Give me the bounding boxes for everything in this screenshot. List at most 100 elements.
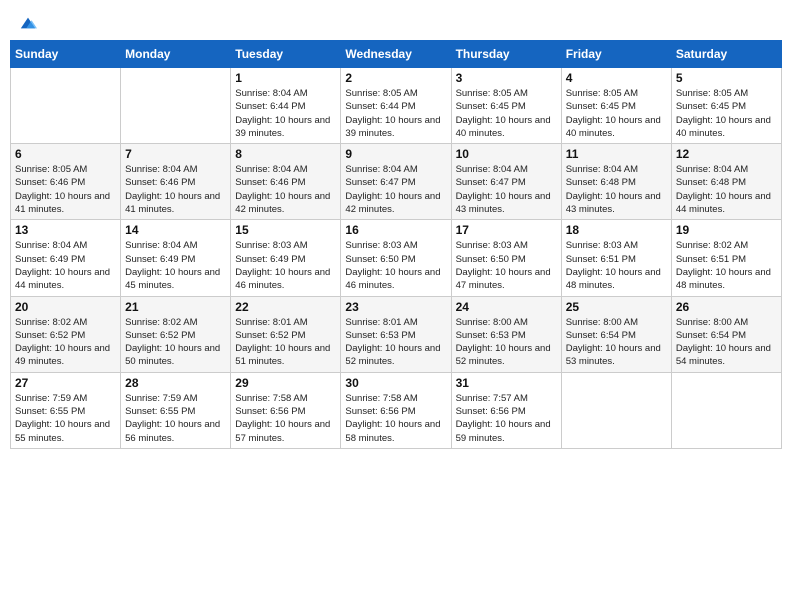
day-header-thursday: Thursday — [451, 41, 561, 68]
day-info: Sunrise: 8:03 AM Sunset: 6:49 PM Dayligh… — [235, 239, 336, 292]
calendar-cell: 15 Sunrise: 8:03 AM Sunset: 6:49 PM Dayli… — [231, 220, 341, 296]
day-number: 3 — [456, 71, 557, 85]
calendar-cell: 13 Sunrise: 8:04 AM Sunset: 6:49 PM Dayli… — [11, 220, 121, 296]
day-header-friday: Friday — [561, 41, 671, 68]
calendar-cell: 23 Sunrise: 8:01 AM Sunset: 6:53 PM Dayli… — [341, 296, 451, 372]
day-number: 13 — [15, 223, 116, 237]
day-number: 14 — [125, 223, 226, 237]
day-number: 4 — [566, 71, 667, 85]
day-number: 5 — [676, 71, 777, 85]
day-number: 17 — [456, 223, 557, 237]
calendar-cell: 12 Sunrise: 8:04 AM Sunset: 6:48 PM Dayli… — [671, 144, 781, 220]
calendar-cell: 25Sunrise: 8:00 AM Sunset: 6:54 PM Dayli… — [561, 296, 671, 372]
day-info: Sunrise: 8:02 AM Sunset: 6:51 PM Dayligh… — [676, 239, 777, 292]
calendar-table: SundayMondayTuesdayWednesdayThursdayFrid… — [10, 40, 782, 449]
day-info: Sunrise: 8:00 AM Sunset: 6:54 PM Dayligh… — [676, 316, 777, 369]
day-number: 19 — [676, 223, 777, 237]
day-info: Sunrise: 8:05 AM Sunset: 6:46 PM Dayligh… — [15, 163, 116, 216]
calendar-week-row: 27Sunrise: 7:59 AM Sunset: 6:55 PM Dayli… — [11, 372, 782, 448]
day-info: Sunrise: 8:05 AM Sunset: 6:45 PM Dayligh… — [456, 87, 557, 140]
day-info: Sunrise: 7:59 AM Sunset: 6:55 PM Dayligh… — [15, 392, 116, 445]
calendar-cell: 3 Sunrise: 8:05 AM Sunset: 6:45 PM Daylig… — [451, 68, 561, 144]
day-info: Sunrise: 8:03 AM Sunset: 6:50 PM Dayligh… — [345, 239, 446, 292]
calendar-cell: 19 Sunrise: 8:02 AM Sunset: 6:51 PM Dayli… — [671, 220, 781, 296]
day-info: Sunrise: 8:00 AM Sunset: 6:53 PM Dayligh… — [456, 316, 557, 369]
calendar-cell: 8 Sunrise: 8:04 AM Sunset: 6:46 PM Daylig… — [231, 144, 341, 220]
day-number: 25 — [566, 300, 667, 314]
day-header-wednesday: Wednesday — [341, 41, 451, 68]
calendar-cell: 22 Sunrise: 8:01 AM Sunset: 6:52 PM Dayli… — [231, 296, 341, 372]
day-number: 16 — [345, 223, 446, 237]
day-info: Sunrise: 8:04 AM Sunset: 6:47 PM Dayligh… — [456, 163, 557, 216]
day-number: 8 — [235, 147, 336, 161]
day-info: Sunrise: 8:03 AM Sunset: 6:51 PM Dayligh… — [566, 239, 667, 292]
calendar-cell: 17 Sunrise: 8:03 AM Sunset: 6:50 PM Dayli… — [451, 220, 561, 296]
day-number: 1 — [235, 71, 336, 85]
day-number: 22 — [235, 300, 336, 314]
day-number: 31 — [456, 376, 557, 390]
day-info: Sunrise: 8:01 AM Sunset: 6:52 PM Dayligh… — [235, 316, 336, 369]
day-info: Sunrise: 8:04 AM Sunset: 6:49 PM Dayligh… — [15, 239, 116, 292]
calendar-cell: 20 Sunrise: 8:02 AM Sunset: 6:52 PM Dayli… — [11, 296, 121, 372]
calendar-cell: 16 Sunrise: 8:03 AM Sunset: 6:50 PM Dayli… — [341, 220, 451, 296]
calendar-cell: 26 Sunrise: 8:00 AM Sunset: 6:54 PM Dayli… — [671, 296, 781, 372]
day-number: 26 — [676, 300, 777, 314]
day-info: Sunrise: 8:04 AM Sunset: 6:49 PM Dayligh… — [125, 239, 226, 292]
day-number: 11 — [566, 147, 667, 161]
calendar-cell: 21Sunrise: 8:02 AM Sunset: 6:52 PM Dayli… — [121, 296, 231, 372]
day-header-sunday: Sunday — [11, 41, 121, 68]
day-info: Sunrise: 8:03 AM Sunset: 6:50 PM Dayligh… — [456, 239, 557, 292]
calendar-cell: 1 Sunrise: 8:04 AM Sunset: 6:44 PM Daylig… — [231, 68, 341, 144]
calendar-cell: 18 Sunrise: 8:03 AM Sunset: 6:51 PM Dayli… — [561, 220, 671, 296]
calendar-cell: 11 Sunrise: 8:04 AM Sunset: 6:48 PM Dayli… — [561, 144, 671, 220]
day-number: 18 — [566, 223, 667, 237]
day-number: 2 — [345, 71, 446, 85]
day-info: Sunrise: 8:05 AM Sunset: 6:45 PM Dayligh… — [566, 87, 667, 140]
calendar-cell: 10 Sunrise: 8:04 AM Sunset: 6:47 PM Dayli… — [451, 144, 561, 220]
day-number: 6 — [15, 147, 116, 161]
calendar-cell — [121, 68, 231, 144]
calendar-cell: 6 Sunrise: 8:05 AM Sunset: 6:46 PM Daylig… — [11, 144, 121, 220]
day-info: Sunrise: 8:02 AM Sunset: 6:52 PM Dayligh… — [15, 316, 116, 369]
day-number: 9 — [345, 147, 446, 161]
calendar-header-row: SundayMondayTuesdayWednesdayThursdayFrid… — [11, 41, 782, 68]
day-info: Sunrise: 7:58 AM Sunset: 6:56 PM Dayligh… — [345, 392, 446, 445]
calendar-cell: 5 Sunrise: 8:05 AM Sunset: 6:45 PM Daylig… — [671, 68, 781, 144]
day-number: 29 — [235, 376, 336, 390]
day-info: Sunrise: 8:04 AM Sunset: 6:48 PM Dayligh… — [676, 163, 777, 216]
calendar-week-row: 20 Sunrise: 8:02 AM Sunset: 6:52 PM Dayli… — [11, 296, 782, 372]
day-number: 23 — [345, 300, 446, 314]
day-info: Sunrise: 8:02 AM Sunset: 6:52 PM Dayligh… — [125, 316, 226, 369]
calendar-week-row: 13 Sunrise: 8:04 AM Sunset: 6:49 PM Dayli… — [11, 220, 782, 296]
day-info: Sunrise: 7:59 AM Sunset: 6:55 PM Dayligh… — [125, 392, 226, 445]
day-info: Sunrise: 8:05 AM Sunset: 6:45 PM Dayligh… — [676, 87, 777, 140]
calendar-cell: 30Sunrise: 7:58 AM Sunset: 6:56 PM Dayli… — [341, 372, 451, 448]
day-number: 15 — [235, 223, 336, 237]
day-number: 24 — [456, 300, 557, 314]
calendar-cell: 29Sunrise: 7:58 AM Sunset: 6:56 PM Dayli… — [231, 372, 341, 448]
day-info: Sunrise: 8:04 AM Sunset: 6:48 PM Dayligh… — [566, 163, 667, 216]
day-number: 12 — [676, 147, 777, 161]
calendar-cell: 24 Sunrise: 8:00 AM Sunset: 6:53 PM Dayli… — [451, 296, 561, 372]
day-header-tuesday: Tuesday — [231, 41, 341, 68]
day-info: Sunrise: 8:04 AM Sunset: 6:44 PM Dayligh… — [235, 87, 336, 140]
calendar-week-row: 6 Sunrise: 8:05 AM Sunset: 6:46 PM Daylig… — [11, 144, 782, 220]
page-header — [10, 10, 782, 32]
calendar-cell: 7Sunrise: 8:04 AM Sunset: 6:46 PM Daylig… — [121, 144, 231, 220]
calendar-cell: 14 Sunrise: 8:04 AM Sunset: 6:49 PM Dayli… — [121, 220, 231, 296]
day-info: Sunrise: 8:04 AM Sunset: 6:46 PM Dayligh… — [235, 163, 336, 216]
day-number: 28 — [125, 376, 226, 390]
calendar-cell: 28 Sunrise: 7:59 AM Sunset: 6:55 PM Dayli… — [121, 372, 231, 448]
calendar-cell: 9 Sunrise: 8:04 AM Sunset: 6:47 PM Daylig… — [341, 144, 451, 220]
calendar-cell: 4 Sunrise: 8:05 AM Sunset: 6:45 PM Daylig… — [561, 68, 671, 144]
calendar-week-row: 1 Sunrise: 8:04 AM Sunset: 6:44 PM Daylig… — [11, 68, 782, 144]
logo — [18, 14, 39, 28]
day-number: 10 — [456, 147, 557, 161]
day-info: Sunrise: 8:04 AM Sunset: 6:46 PM Dayligh… — [125, 163, 226, 216]
calendar-cell — [671, 372, 781, 448]
day-number: 20 — [15, 300, 116, 314]
day-header-monday: Monday — [121, 41, 231, 68]
day-info: Sunrise: 8:01 AM Sunset: 6:53 PM Dayligh… — [345, 316, 446, 369]
day-info: Sunrise: 8:04 AM Sunset: 6:47 PM Dayligh… — [345, 163, 446, 216]
calendar-cell — [11, 68, 121, 144]
